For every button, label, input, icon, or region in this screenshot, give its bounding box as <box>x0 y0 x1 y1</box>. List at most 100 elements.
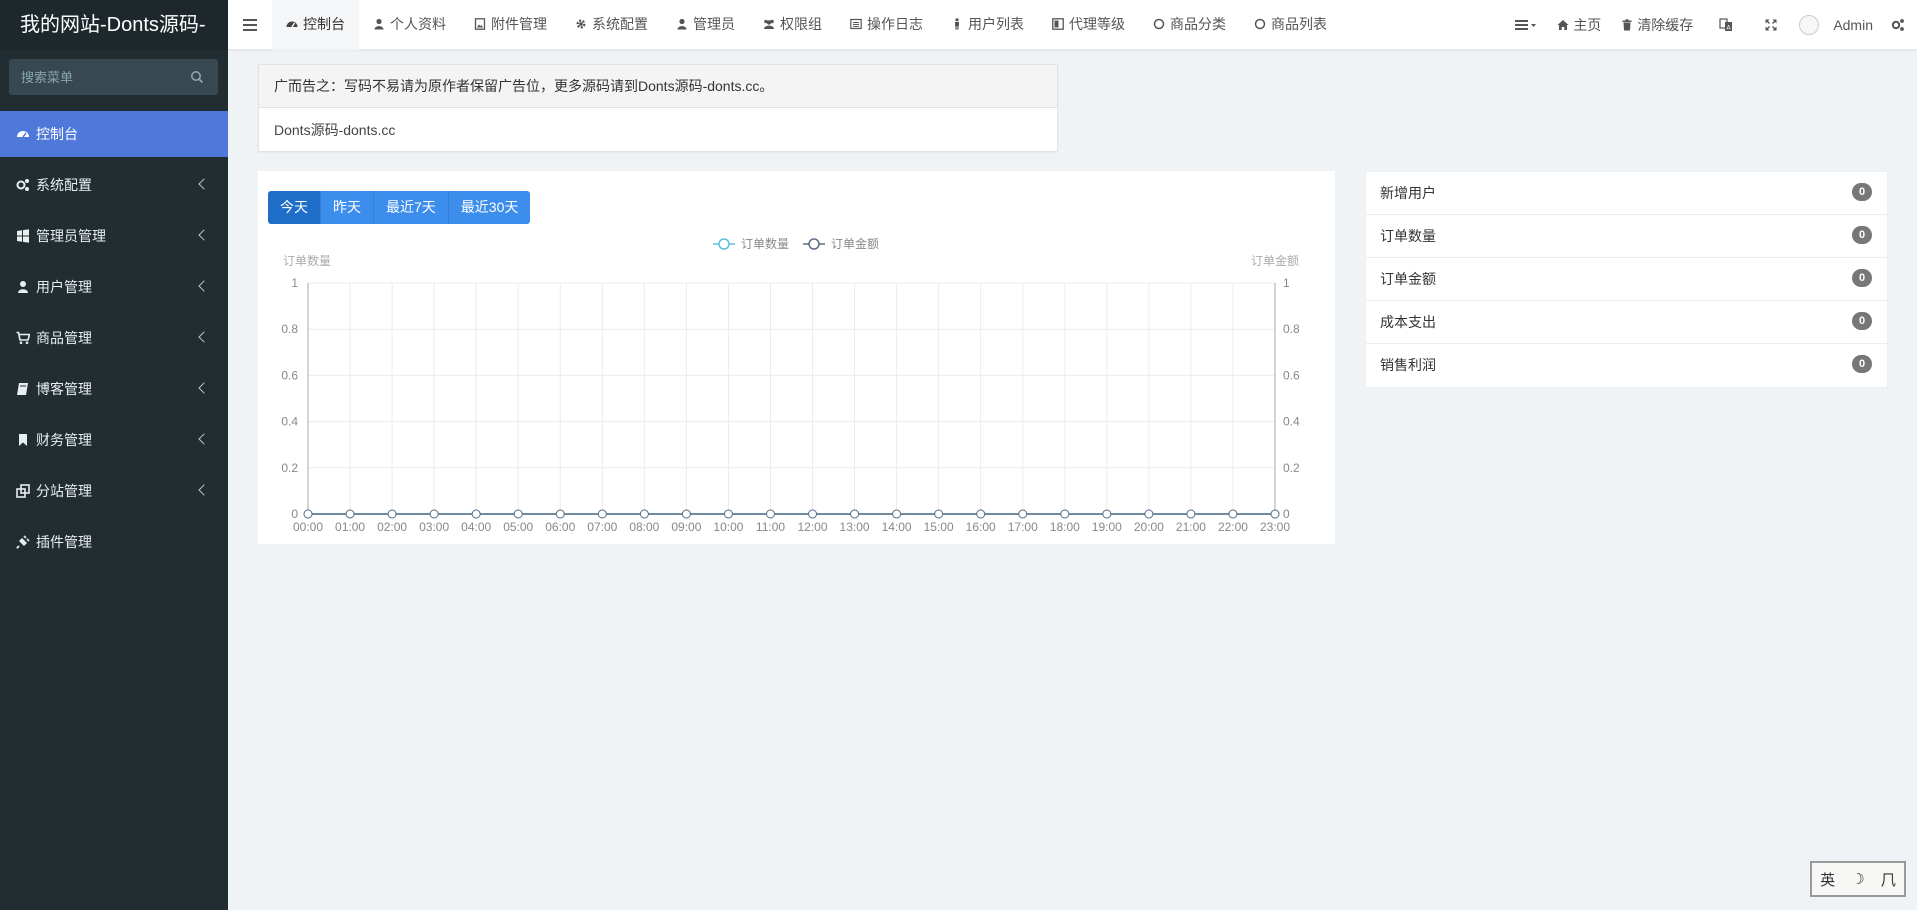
x-tick-label: 03:00 <box>419 520 449 534</box>
fullscreen-button[interactable] <box>1749 0 1793 50</box>
sidebar-item-user-manage[interactable]: 用户管理 <box>0 264 228 310</box>
tab-dashboard[interactable]: 控制台 <box>272 0 359 50</box>
legend-marker <box>808 238 820 250</box>
list-dropdown-icon <box>1515 20 1537 30</box>
search-icon[interactable] <box>190 70 204 84</box>
sidebar-item-dashboard[interactable]: 控制台 <box>0 111 228 157</box>
sidebar-item-label: 商品管理 <box>36 330 92 346</box>
tab-goods-list[interactable]: 商品列表 <box>1240 0 1341 50</box>
tab-system-config[interactable]: 系统配置 <box>561 0 662 50</box>
male-icon <box>955 18 959 30</box>
x-tick-label: 10:00 <box>713 520 743 534</box>
sidebar-item-label: 系统配置 <box>36 177 92 193</box>
x-tick-label: 06:00 <box>545 520 575 534</box>
tab-admin[interactable]: 管理员 <box>662 0 749 50</box>
series-point <box>639 509 649 519</box>
sidebar-item-finance-manage[interactable]: 财务管理 <box>0 417 228 463</box>
notice-body: Donts源码-donts.cc <box>274 122 396 138</box>
y-axis-title: 订单数量 <box>283 253 331 268</box>
range-yesterday-button[interactable]: 昨天 <box>321 191 374 224</box>
series-point <box>1018 509 1028 519</box>
user-menu[interactable]: Admin <box>1793 0 1887 50</box>
x-tick-label: 11:00 <box>756 520 785 534</box>
menu-search <box>9 59 218 95</box>
stat-cost[interactable]: 成本支出 0 <box>1366 301 1887 344</box>
y-tick-label: 0.4 <box>281 415 298 429</box>
x-tick-label: 16:00 <box>966 520 996 534</box>
tab-user-list[interactable]: 用户列表 <box>937 0 1038 50</box>
series-point <box>723 509 733 519</box>
sidebar-item-admin-manage[interactable]: 管理员管理 <box>0 213 228 259</box>
chevron-left-icon <box>198 331 210 343</box>
tab-permission-group[interactable]: 权限组 <box>749 0 836 50</box>
x-tick-label: 22:00 <box>1218 520 1248 534</box>
dashboard-icon <box>17 131 29 138</box>
y-tick-label: 0.6 <box>281 368 298 382</box>
y-tick-label: 0.2 <box>281 461 298 475</box>
bookmark-icon <box>19 434 27 446</box>
menu-search-input[interactable] <box>9 59 218 95</box>
top-header: 控制台 个人资料 附件管理 系统配置 管理员 权限组 操作日志 用户列表 代理等… <box>228 0 1917 50</box>
series-point <box>597 509 607 519</box>
site-logo[interactable]: 我的网站-Donts源码- <box>0 0 228 50</box>
header-right: 主页 清除缓存 A Admin <box>1505 0 1917 50</box>
legend-label: 订单金额 <box>831 236 879 251</box>
users-icon <box>764 19 774 29</box>
range-30days-button[interactable]: 最近30天 <box>448 191 531 224</box>
list-alt-icon <box>850 18 862 30</box>
home-icon <box>1557 20 1569 30</box>
x-tick-label: 21:00 <box>1176 520 1206 534</box>
series-point <box>555 509 565 519</box>
expand-icon <box>1765 19 1777 31</box>
clear-cache-button[interactable]: 清除缓存 <box>1611 0 1703 50</box>
series-point <box>765 509 775 519</box>
sidebar-item-substation-manage[interactable]: 分站管理 <box>0 468 228 514</box>
tab-profile[interactable]: 个人资料 <box>359 0 460 50</box>
stat-new-users[interactable]: 新增用户 0 <box>1366 172 1887 215</box>
x-tick-label: 01:00 <box>335 520 365 534</box>
language-switch[interactable]: A <box>1703 0 1749 50</box>
ime-language-toggle[interactable]: 英 <box>1820 869 1835 890</box>
tab-goods-category[interactable]: 商品分类 <box>1139 0 1240 50</box>
shopping-cart-icon <box>16 331 30 345</box>
range-7days-button[interactable]: 最近7天 <box>374 191 449 224</box>
stat-order-amount[interactable]: 订单金额 0 <box>1366 258 1887 301</box>
chart-panel: 0 0 0.2 0.2 0.4 0.4 0.6 0.6 0.8 0.8 1 1 00:00 01:00 02… <box>258 171 1335 544</box>
moon-icon[interactable]: ☽ <box>1851 870 1864 888</box>
tab-operation-log[interactable]: 操作日志 <box>836 0 937 50</box>
sidebar-item-plugin-manage[interactable]: 插件管理 <box>0 519 228 565</box>
y2-tick-label: 0.2 <box>1283 461 1300 475</box>
sidebar-item-blog-manage[interactable]: 博客管理 <box>0 366 228 412</box>
sidebar-item-goods-manage[interactable]: 商品管理 <box>0 315 228 361</box>
ime-toolbar[interactable]: 英 ☽ ⺇ <box>1810 861 1906 897</box>
tab-agent-level[interactable]: 代理等级 <box>1038 0 1139 50</box>
sidebar-toggle-button[interactable] <box>228 0 272 50</box>
avatar <box>1799 15 1820 35</box>
x-tick-label: 19:00 <box>1092 520 1122 534</box>
ime-punctuation-toggle[interactable]: ⺇ <box>1881 869 1896 890</box>
windows-icon <box>17 229 29 243</box>
series-point <box>429 509 439 519</box>
settings-button[interactable] <box>1887 0 1917 50</box>
tab-attachment[interactable]: 附件管理 <box>460 0 561 50</box>
stat-order-count[interactable]: 订单数量 0 <box>1366 215 1887 258</box>
gear-icon <box>576 19 586 29</box>
book-icon <box>17 383 28 395</box>
file-image-icon <box>474 18 486 30</box>
chevron-left-icon <box>198 484 210 496</box>
sidebar-item-system-config[interactable]: 系统配置 <box>0 162 228 208</box>
home-link[interactable]: 主页 <box>1547 0 1611 50</box>
x-tick-label: 13:00 <box>840 520 870 534</box>
stat-profit[interactable]: 销售利润 0 <box>1366 344 1887 387</box>
x-tick-label: 07:00 <box>587 520 617 534</box>
tabs-menu-dropdown[interactable] <box>1505 0 1547 50</box>
x-tick-label: 00:00 <box>293 520 323 534</box>
x-tick-label: 04:00 <box>461 520 491 534</box>
notice-panel: 广而告之：写码不易请为原作者保留广告位，更多源码请到Donts源码-donts.… <box>258 64 1058 152</box>
range-today-button[interactable]: 今天 <box>268 191 321 224</box>
series-point <box>681 509 691 519</box>
x-tick-label: 02:00 <box>377 520 407 534</box>
legend-label: 订单数量 <box>741 236 789 251</box>
cogs-icon <box>16 179 29 191</box>
y2-tick-label: 0.6 <box>1283 368 1300 382</box>
